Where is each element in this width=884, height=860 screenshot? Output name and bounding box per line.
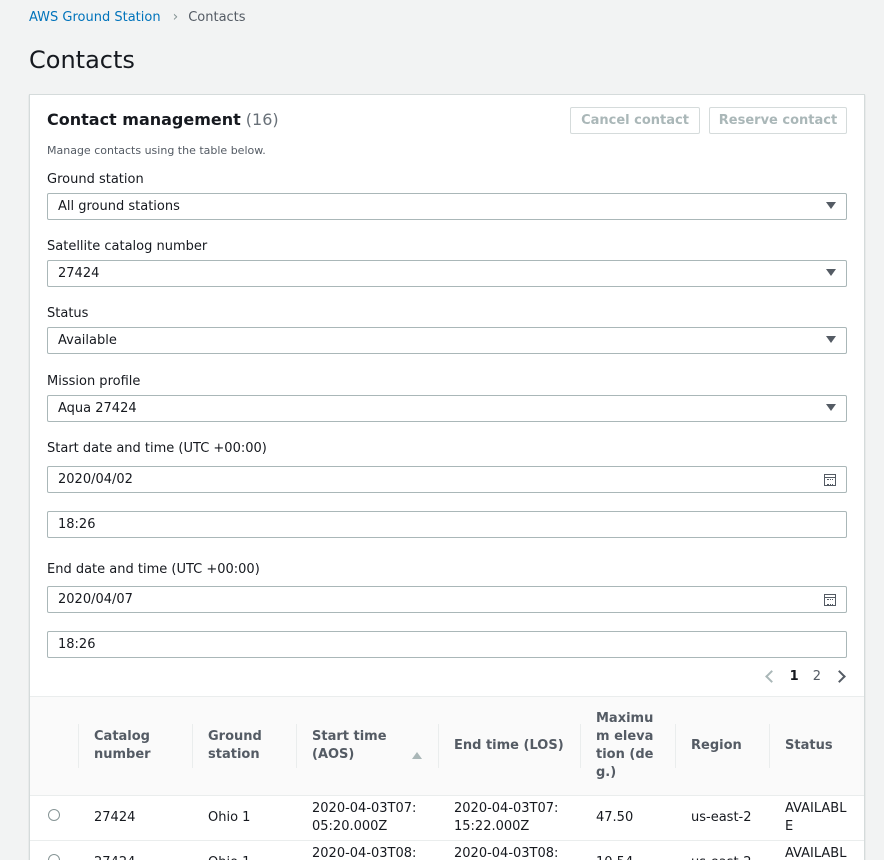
status-label: Status — [47, 306, 89, 321]
cell-region: us-east-2 — [675, 840, 769, 860]
cell-station: Ohio 1 — [192, 840, 296, 860]
end-datetime-label: End date and time (UTC +00:00) — [47, 562, 260, 577]
contact-count: (16) — [245, 110, 279, 129]
page-title: Contacts — [29, 46, 135, 74]
cell-elevation: 10.54 — [580, 840, 675, 860]
cell-status: AVAILABLE — [769, 795, 864, 841]
calendar-icon[interactable] — [824, 474, 836, 486]
page-2-link[interactable]: 2 — [813, 669, 821, 684]
cell-end: 2020-04-03T08:5 — [438, 840, 580, 860]
satellite-value: 27424 — [58, 266, 100, 281]
cell-status: AVAILABLE — [769, 840, 864, 860]
column-header-end[interactable]: End time (LOS) — [438, 697, 580, 796]
satellite-label: Satellite catalog number — [47, 239, 208, 254]
cell-elevation: 47.50 — [580, 795, 675, 841]
chevron-left-icon[interactable] — [764, 670, 778, 683]
cell-start: 2020-04-03T08:4 — [296, 840, 438, 860]
reserve-contact-button[interactable]: Reserve contact — [709, 107, 847, 134]
breadcrumb-current: Contacts — [188, 9, 246, 25]
table-header-row: Catalog number Ground station Start time… — [30, 697, 864, 796]
start-date-input[interactable]: 2020/04/02 — [47, 466, 847, 493]
status-select[interactable]: Available — [47, 327, 847, 354]
calendar-icon[interactable] — [824, 594, 836, 606]
caret-down-icon — [826, 336, 836, 343]
end-time-input[interactable]: 18:26 — [47, 631, 847, 658]
panel-title: Contact management (16) — [47, 110, 279, 129]
mission-profile-value: Aqua 27424 — [58, 401, 137, 416]
ground-station-select[interactable]: All ground stations — [47, 193, 847, 220]
start-time-input[interactable]: 18:26 — [47, 511, 847, 538]
breadcrumb-root-link[interactable]: AWS Ground Station — [29, 10, 161, 25]
ground-station-label: Ground station — [47, 172, 144, 187]
cell-start: 2020-04-03T07:05:20.000Z — [296, 795, 438, 841]
caret-down-icon — [826, 202, 836, 209]
caret-down-icon — [826, 269, 836, 276]
cell-station: Ohio 1 — [192, 795, 296, 841]
cancel-contact-button[interactable]: Cancel contact — [570, 107, 700, 134]
table-row[interactable]: 27424 Ohio 1 2020-04-03T08:4 2020-04-03T… — [30, 840, 864, 860]
cell-region: us-east-2 — [675, 795, 769, 841]
cell-end: 2020-04-03T07:15:22.000Z — [438, 795, 580, 841]
satellite-select[interactable]: 27424 — [47, 260, 847, 287]
chevron-right-icon: › — [172, 9, 179, 25]
select-column-header — [30, 697, 78, 796]
caret-down-icon — [826, 404, 836, 411]
contact-management-panel: Contact management (16) Cancel contact Re… — [29, 94, 865, 860]
start-time-value: 18:26 — [58, 517, 96, 532]
sort-ascending-icon[interactable] — [412, 752, 422, 759]
column-header-station[interactable]: Ground station — [192, 697, 296, 796]
column-header-region[interactable]: Region — [675, 697, 769, 796]
pagination: 1 2 — [764, 669, 846, 684]
start-date-value: 2020/04/02 — [58, 472, 133, 487]
page-1-link[interactable]: 1 — [790, 669, 799, 684]
cell-catalog: 27424 — [78, 840, 192, 860]
end-time-value: 18:26 — [58, 637, 96, 652]
end-date-value: 2020/04/07 — [58, 592, 133, 607]
breadcrumb: AWS Ground Station › Contacts — [29, 9, 246, 25]
panel-description: Manage contacts using the table below. — [47, 144, 266, 157]
row-select-radio[interactable] — [48, 808, 60, 821]
column-header-elevation[interactable]: Maximum elevation (deg.) — [580, 697, 675, 796]
chevron-right-icon[interactable] — [833, 670, 846, 683]
cell-catalog: 27424 — [78, 795, 192, 841]
column-header-start[interactable]: Start time (AOS) — [296, 697, 438, 796]
panel-title-text: Contact management — [47, 110, 241, 129]
row-select-radio[interactable] — [48, 853, 60, 860]
table-row[interactable]: 27424 Ohio 1 2020-04-03T07:05:20.000Z 20… — [30, 795, 864, 841]
ground-station-value: All ground stations — [58, 199, 180, 214]
column-header-catalog[interactable]: Catalog number — [78, 697, 192, 796]
column-header-status[interactable]: Status — [769, 697, 864, 796]
end-date-input[interactable]: 2020/04/07 — [47, 586, 847, 613]
start-datetime-label: Start date and time (UTC +00:00) — [47, 441, 267, 456]
status-value: Available — [58, 333, 117, 348]
contacts-table: Catalog number Ground station Start time… — [30, 696, 864, 860]
mission-profile-label: Mission profile — [47, 374, 141, 389]
mission-profile-select[interactable]: Aqua 27424 — [47, 395, 847, 422]
